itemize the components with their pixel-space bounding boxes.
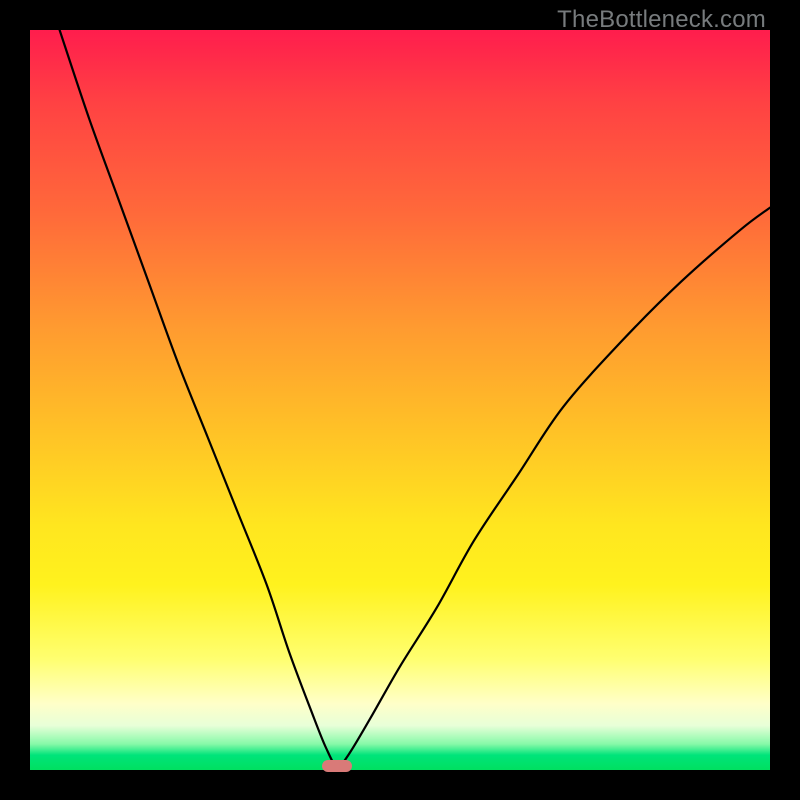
curve-path: [60, 30, 770, 767]
dip-marker: [322, 760, 352, 772]
chart-frame: TheBottleneck.com: [0, 0, 800, 800]
watermark-text: TheBottleneck.com: [557, 6, 766, 34]
plot-area: [30, 30, 770, 770]
bottleneck-curve: [30, 30, 770, 770]
